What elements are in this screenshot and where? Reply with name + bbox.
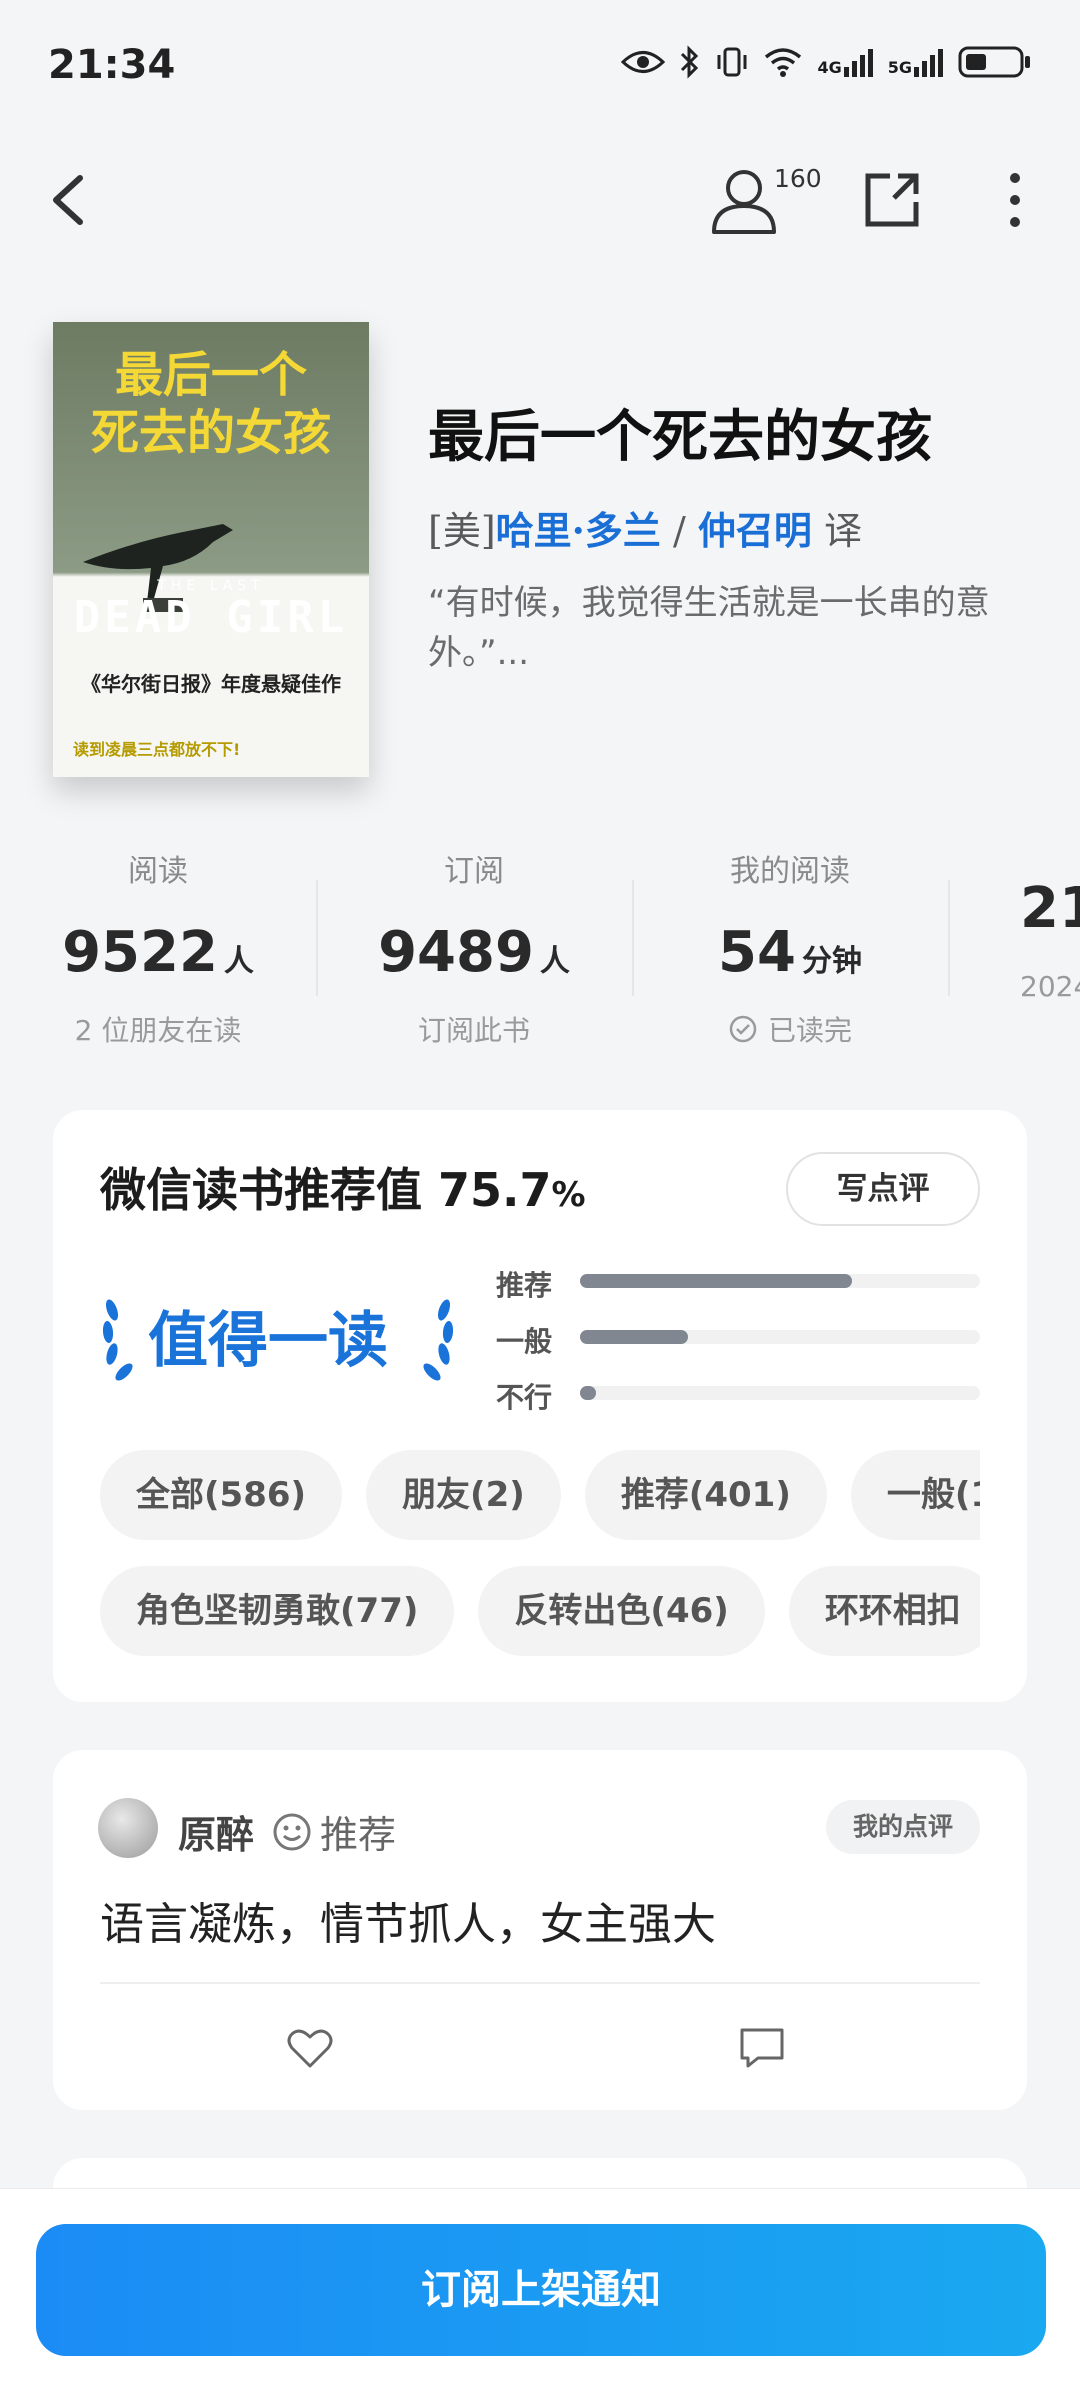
author-separator: / [660,509,698,553]
vibrate-icon [717,47,747,77]
chip-tag[interactable]: 角色坚韧勇敢(77) [100,1566,455,1656]
author-line: [美]哈里·多兰 / 仲召明 译 [428,500,862,555]
heart-icon[interactable] [286,2024,334,2072]
cover-subtitle: 《华尔街日报》年度悬疑佳作 [81,672,341,696]
network-4g: 4G [817,47,873,77]
network-5g: 5G [888,47,944,77]
chip-tag[interactable]: 反转出色(46) [478,1566,765,1656]
bar-track-average [580,1330,980,1344]
wifi-icon [765,48,802,77]
stat-reading[interactable]: 阅读 9522 人 2 位朋友在读 [0,846,316,1049]
status-bar: 21:34 4G 5G [0,0,1080,140]
cover-title: 最后一个 死去的女孩 [53,346,369,462]
stat-extra[interactable]: 21 2024 年 [948,846,1080,1005]
review-recommend-label: 推荐 [320,1813,397,1857]
stat-unit: 人 [223,944,254,979]
stat-sub: 2 位朋友在读 [74,1014,242,1047]
share-icon[interactable] [860,168,924,232]
bar-label-average: 一般 [496,1325,553,1358]
translator-link[interactable]: 仲召明 [698,508,812,553]
avatar[interactable] [98,1798,158,1858]
chip-tag[interactable]: 环环相扣 [788,1566,980,1656]
stat-sub: 订阅此书 [417,1014,530,1047]
check-circle-icon [729,1015,757,1043]
eye-icon [621,51,666,73]
rating-percent: % [551,1175,586,1215]
my-review-badge: 我的点评 [826,1800,980,1854]
stat-label: 我的阅读 [730,854,850,889]
book-cover[interactable]: 最后一个 死去的女孩 THE LAST DEAD GIRL 《华尔街日报》年度悬… [53,322,369,777]
comment-icon[interactable] [738,2024,786,2072]
more-options-icon[interactable] [995,168,1035,232]
translator-suffix: 译 [811,509,862,553]
cover-tagline: 读到凌晨三点都放不下! [73,740,241,759]
reviewer-name[interactable]: 原醉 [178,1804,254,1859]
cover-title-line2: 死去的女孩 [90,405,331,461]
book-intro-quote[interactable]: “有时候，我觉得生活就是一长串的意外。”... [428,578,1018,678]
stat-unit: 人 [539,944,570,979]
signal-icon [914,49,943,77]
stat-label: 订阅 [444,854,504,889]
bluetooth-icon [681,45,699,79]
chip-average[interactable]: 一般(1 [850,1450,980,1540]
stat-number: 9522 [62,920,218,985]
bar-track-recommend [580,1274,980,1288]
rating-title-text: 微信读书推荐值 [100,1163,422,1217]
status-icons: 4G 5G [621,44,1032,80]
write-review-button[interactable]: 写点评 [786,1152,980,1226]
rating-title: 微信读书推荐值 75.7% [100,1154,586,1220]
stat-label: 阅读 [128,854,188,889]
cover-en-title: DEAD GIRL [73,592,349,643]
stat-number: 54 [718,920,796,985]
bar-label-recommend: 推荐 [496,1269,553,1302]
filter-chips-row2: 角色坚韧勇敢(77) 反转出色(46) 环环相扣 [100,1566,980,1656]
subscribe-notify-button[interactable]: 订阅上架通知 [36,2224,1046,2356]
stat-sub-text: 已读完 [767,1014,852,1047]
status-time: 21:34 [48,42,176,88]
review-text[interactable]: 语言凝炼，情节抓人，女主强大 [100,1888,716,1952]
bar-fill-recommend [580,1274,852,1288]
stat-value: 9489 人 [316,920,632,985]
rating-score: 75.7 [438,1163,552,1217]
chip-recommend[interactable]: 推荐(401) [584,1450,827,1540]
signal-icon [843,49,873,77]
review-recommend: 推荐 [272,1804,396,1859]
chip-friends[interactable]: 朋友(2) [366,1450,561,1540]
divider [100,1982,980,1984]
book-title: 最后一个死去的女孩 [428,404,932,470]
filter-chips-row1: 全部(586) 朋友(2) 推荐(401) 一般(1 [100,1450,980,1540]
smile-icon [273,1813,311,1850]
stat-subscribe[interactable]: 订阅 9489 人 订阅此书 [316,846,632,1049]
back-icon[interactable] [40,160,110,240]
worth-reading-badge: 值得一读 [148,1306,388,1376]
author-link[interactable]: 哈里·多兰 [496,508,661,553]
author-nationality: [美] [428,509,496,553]
readers-count: 160 [774,164,822,193]
bar-track-bad [580,1386,980,1400]
stat-my-reading[interactable]: 我的阅读 54 分钟 已读完 [632,846,948,1049]
stat-unit: 分钟 [801,944,862,979]
stat-sub: 2024 年 [1020,970,1080,1003]
bar-fill-average [580,1330,688,1344]
stat-number: 9489 [378,920,534,985]
battery-icon [958,46,1030,78]
bar-label-bad: 不行 [496,1381,553,1414]
chip-all[interactable]: 全部(586) [100,1450,343,1540]
stat-value: 21 [1020,876,1080,941]
stat-sub: 已读完 [632,1009,948,1049]
bar-fill-bad [580,1386,596,1400]
stat-value: 9522 人 [0,920,316,985]
cover-title-line1: 最后一个 [114,347,307,403]
stat-value: 54 分钟 [632,920,948,985]
